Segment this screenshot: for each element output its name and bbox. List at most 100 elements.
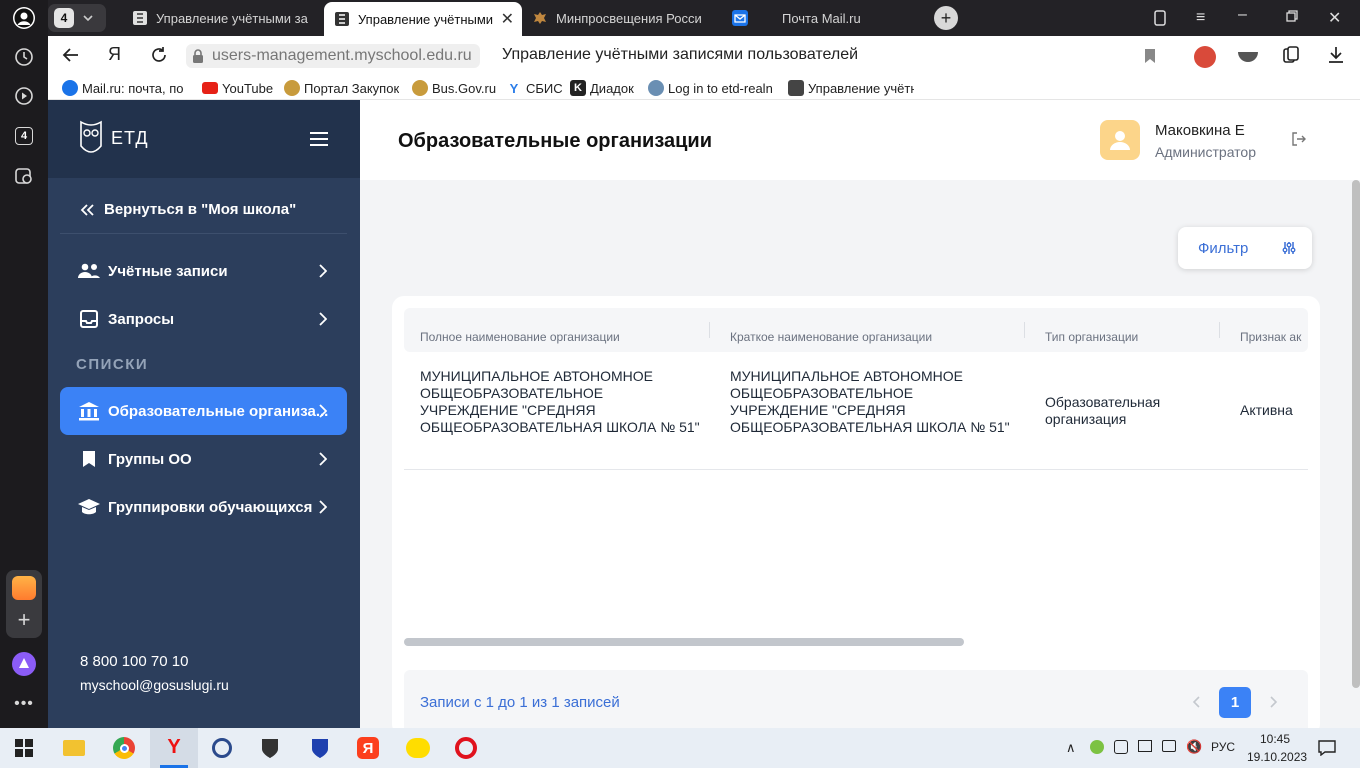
tray-expand-icon[interactable]: ∧ (1066, 740, 1076, 756)
tab-count-badge: 4 (54, 8, 74, 28)
file-explorer-icon[interactable] (60, 734, 88, 762)
pagination-summary: Записи с 1 до 1 из 1 записей (420, 694, 620, 711)
tray-network-icon[interactable] (1138, 740, 1152, 752)
tab-title: Управление учётными за (156, 10, 308, 26)
sidebar-item-org-groups[interactable]: Группы ОО (60, 435, 347, 483)
opera-icon[interactable] (452, 734, 480, 762)
tab-3[interactable]: Минпросвещения Росси (532, 4, 718, 32)
column-header-full-name[interactable]: Полное наименование организации (420, 330, 620, 344)
url-field[interactable]: users-management.myschool.edu.ru (186, 44, 480, 68)
page-button-current[interactable]: 1 (1219, 687, 1251, 718)
users-icon (78, 260, 100, 282)
screenshot-camera-icon[interactable] (12, 164, 36, 188)
bookmark-icon[interactable] (1144, 48, 1156, 64)
minimize-window-icon[interactable]: – (1238, 6, 1247, 24)
collections-icon[interactable] (1152, 10, 1168, 26)
profile-icon[interactable] (12, 6, 36, 30)
keyboard-language[interactable]: РУС (1211, 740, 1235, 754)
bookmark-sbis[interactable]: Y СБИС (506, 80, 563, 96)
app-c-icon[interactable] (208, 734, 236, 762)
chevron-left-icon[interactable] (1192, 696, 1200, 708)
table-header: Полное наименование организации Краткое … (404, 308, 1308, 352)
sidebar-item-label: Учётные записи (108, 262, 228, 280)
chrome-icon[interactable] (110, 734, 138, 762)
add-app-icon[interactable]: + (12, 607, 36, 632)
bookmark-busgov[interactable]: Bus.Gov.ru (412, 80, 496, 96)
media-play-icon[interactable] (12, 84, 36, 108)
bookmark-etd-realm[interactable]: Log in to etd-realn (648, 80, 774, 96)
tab-1[interactable]: Управление учётными за (132, 4, 318, 32)
column-header-type[interactable]: Тип организации (1045, 330, 1138, 344)
organizations-table-card: Полное наименование организации Краткое … (392, 296, 1320, 736)
windows-start-icon[interactable] (10, 734, 38, 762)
mail-app-icon[interactable] (12, 576, 36, 600)
yandex-app-icon[interactable]: Я (354, 734, 382, 762)
sidebar-item-accounts[interactable]: Учётные записи (60, 247, 347, 295)
menu-hamburger-icon[interactable] (310, 131, 328, 147)
extension-hat-icon[interactable] (1238, 52, 1258, 62)
user-role: Администратор (1155, 144, 1257, 160)
yandex-browser-taskbar-active[interactable]: Y (150, 728, 198, 768)
bookmark-label: СБИС (526, 80, 563, 96)
more-dots-icon[interactable]: ••• (12, 692, 36, 716)
close-tab-icon[interactable]: ✕ (501, 9, 514, 29)
column-divider[interactable] (1024, 322, 1025, 338)
clock-time[interactable]: 10:45 (1260, 732, 1290, 746)
bookmark-users-management[interactable]: Управление учётн (788, 80, 914, 96)
tray-volume-muted-icon[interactable]: 🔇 (1186, 739, 1202, 755)
shield-app-icon[interactable] (256, 734, 284, 762)
column-divider[interactable] (709, 322, 710, 338)
chevron-right-icon[interactable] (1270, 696, 1278, 708)
tabs-counter-icon[interactable]: 4 (12, 124, 36, 148)
sidebar-item-organizations[interactable]: Образовательные организа... (60, 387, 347, 435)
reload-icon[interactable] (150, 46, 168, 64)
page-scrollbar[interactable] (1352, 180, 1360, 688)
address-page-title: Управление учётными записями пользовател… (502, 46, 859, 63)
download-icon[interactable] (1328, 46, 1344, 64)
owl-logo-icon (78, 120, 104, 158)
restore-window-icon[interactable] (1286, 10, 1298, 22)
menu-hamburger-icon[interactable]: ≡ (1196, 9, 1205, 27)
bookmark-label: Log in to etd-realn (668, 80, 773, 96)
extension-avatar-icon[interactable] (1194, 46, 1216, 68)
tab-4[interactable]: Почта Mail.ru (732, 4, 918, 32)
at-sign-icon (62, 80, 78, 96)
alice-assistant-icon[interactable] (12, 652, 36, 676)
support-email[interactable]: myschool@gosuslugi.ru (80, 677, 229, 693)
table-row[interactable]: МУНИЦИПАЛЬНОЕ АВТОНОМНОЕ ОБЩЕОБРАЗОВАТЕЛ… (404, 352, 1308, 470)
column-header-status[interactable]: Признак ак (1240, 330, 1308, 344)
tray-app-icon[interactable] (1090, 740, 1104, 754)
chevron-right-icon (319, 500, 327, 514)
table-horizontal-scrollbar[interactable] (404, 638, 964, 646)
bookmark-youtube[interactable]: YouTube (202, 80, 273, 96)
back-arrow-icon[interactable] (62, 46, 80, 64)
bookmark-diadok[interactable]: K Диадок (570, 80, 634, 96)
close-window-icon[interactable]: ✕ (1328, 8, 1341, 28)
tray-security-icon[interactable] (1114, 740, 1128, 754)
bookmark-zakupki[interactable]: Портал Закупок (284, 80, 399, 96)
history-clock-icon[interactable] (12, 45, 36, 69)
yandex-market-icon[interactable] (404, 734, 432, 762)
sliders-icon (1282, 242, 1296, 254)
crest-app-icon[interactable] (306, 734, 334, 762)
clock-date[interactable]: 19.10.2023 (1247, 750, 1307, 764)
back-to-myschool-link[interactable]: Вернуться в "Моя школа" (60, 186, 347, 234)
avatar[interactable] (1100, 120, 1140, 160)
reading-list-icon[interactable] (1282, 46, 1300, 64)
tab-groups-button[interactable]: 4 (48, 4, 106, 32)
tray-camera-icon[interactable] (1162, 740, 1176, 752)
yandex-logo-icon[interactable]: Я (108, 44, 121, 65)
column-header-short-name[interactable]: Краткое наименование организации (730, 330, 932, 344)
chevron-right-icon (319, 452, 327, 466)
sidebar-item-student-groupings[interactable]: Группировки обучающихся (60, 483, 347, 531)
sidebar-item-label: Группы ОО (108, 450, 192, 468)
filter-button[interactable]: Фильтр (1178, 227, 1312, 269)
bookmark-mailru[interactable]: Mail.ru: почта, по (62, 80, 190, 96)
chevron-right-icon (319, 264, 327, 278)
column-divider[interactable] (1219, 322, 1220, 338)
sidebar-item-requests[interactable]: Запросы (60, 295, 347, 343)
notifications-icon[interactable] (1318, 740, 1336, 756)
tab-2-active[interactable]: Управление учётными ✕ (324, 2, 522, 36)
logout-icon[interactable] (1292, 132, 1306, 146)
new-tab-button[interactable]: + (934, 6, 958, 30)
